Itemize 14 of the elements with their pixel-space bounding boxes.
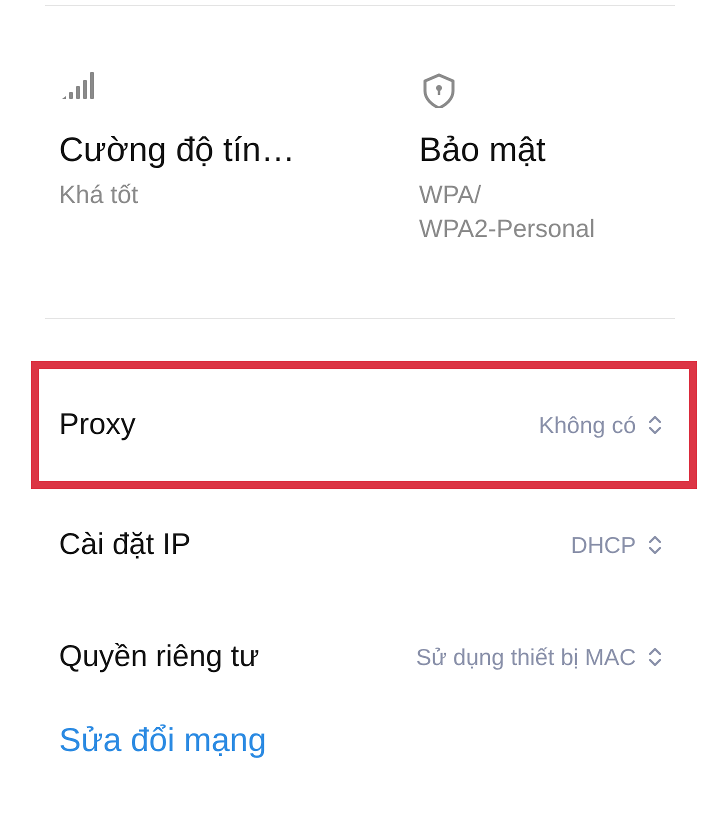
setting-label: Cài đặt IP <box>59 528 191 562</box>
chevron-up-down-icon <box>648 534 662 556</box>
setting-dropdown[interactable]: Không có <box>538 412 662 438</box>
setting-label: Proxy <box>59 408 136 442</box>
setting-dropdown[interactable]: Sử dụng thiết bị MAC <box>416 644 662 670</box>
modify-network-link[interactable]: Sửa đổi mạng <box>59 721 266 759</box>
chevron-up-down-icon <box>648 646 662 668</box>
setting-dropdown[interactable]: DHCP <box>570 532 662 558</box>
info-title: Cường độ tín… <box>59 130 295 171</box>
info-value: WPA/ WPA2-Personal <box>419 180 595 245</box>
setting-label: Quyền riêng tư <box>59 640 260 674</box>
chevron-up-down-icon <box>648 414 662 436</box>
info-title: Bảo mật <box>419 130 546 171</box>
info-value: Khá tốt <box>59 180 138 211</box>
